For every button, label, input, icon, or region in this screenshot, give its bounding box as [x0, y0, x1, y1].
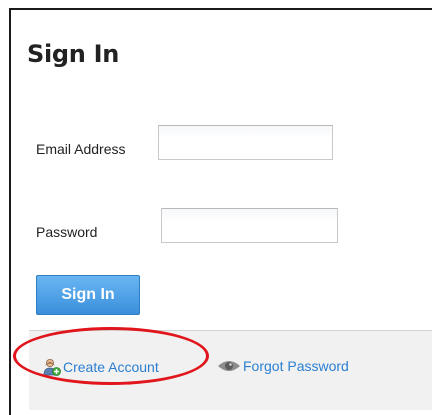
password-label: Password	[36, 224, 98, 240]
user-add-icon	[43, 358, 61, 379]
eye-icon	[217, 359, 241, 376]
forgot-password-link[interactable]: Forgot Password	[217, 358, 349, 376]
forgot-password-label: Forgot Password	[243, 358, 349, 374]
page-title: Sign In	[27, 40, 120, 68]
password-field[interactable]	[161, 208, 338, 243]
create-account-link[interactable]: Create Account	[43, 358, 159, 379]
sign-in-button[interactable]: Sign In	[36, 275, 140, 315]
signin-panel: Sign In Email Address Password Sign In C…	[9, 8, 432, 415]
email-field[interactable]	[158, 125, 333, 160]
create-account-label: Create Account	[63, 359, 159, 376]
email-label: Email Address	[36, 141, 126, 157]
footer-links-bar: Create Account Forgot Password	[29, 330, 432, 410]
